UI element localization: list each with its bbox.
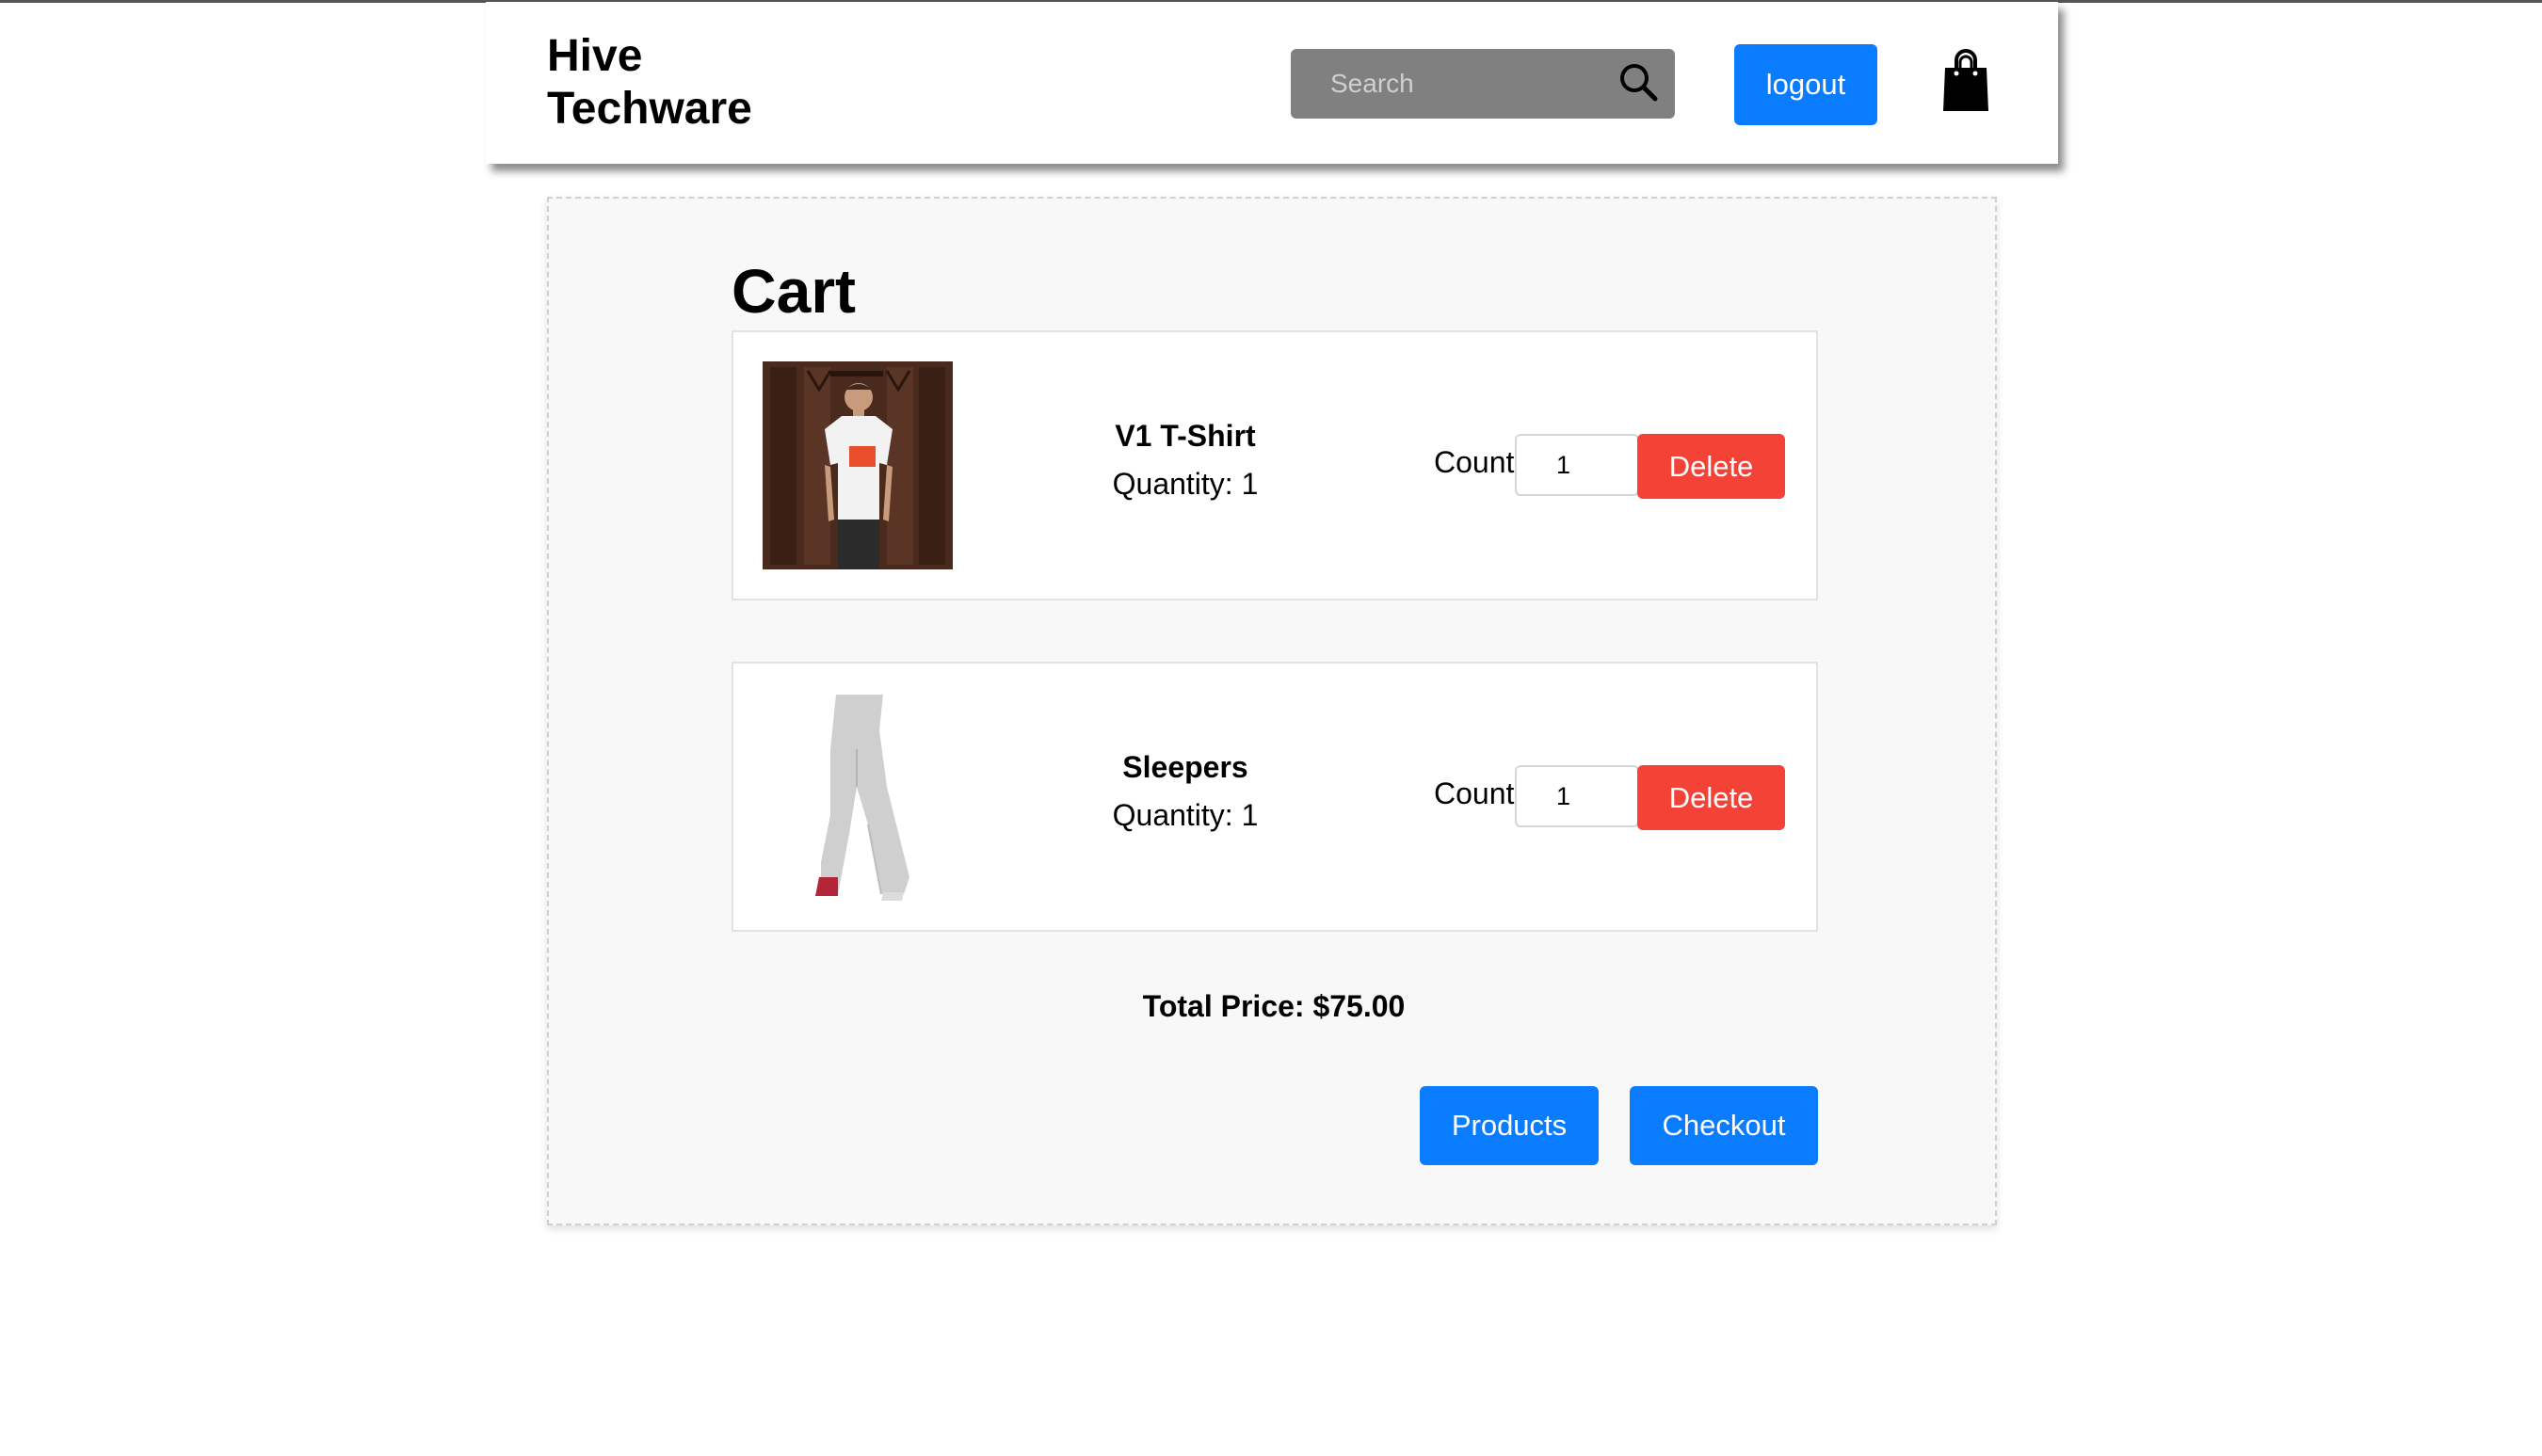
logout-button[interactable]: logout [1734,44,1877,125]
products-button[interactable]: Products [1420,1086,1599,1165]
cart-panel: Cart V1 T-Shirt Quantity: 1 Count Delete [547,197,1997,1225]
brand-logo-text[interactable]: Hive Techware [547,30,792,136]
delete-button[interactable]: Delete [1637,434,1785,499]
count-input[interactable] [1515,434,1639,496]
search-icon[interactable] [1617,60,1660,104]
item-info: V1 T-Shirt Quantity: 1 [1044,412,1327,508]
item-info: Sleepers Quantity: 1 [1044,744,1327,840]
item-quantity: Quantity: 1 [1112,798,1259,832]
cart-item: V1 T-Shirt Quantity: 1 Count Delete [732,330,1818,600]
item-quantity: Quantity: 1 [1112,467,1259,501]
checkout-button[interactable]: Checkout [1630,1086,1818,1165]
search-input[interactable] [1291,49,1611,119]
item-name: V1 T-Shirt [1115,419,1256,453]
product-image-sleepers [763,693,953,901]
delete-button[interactable]: Delete [1637,765,1785,830]
total-price: Total Price: $75.00 [1142,989,1406,1023]
count-label: Count [1434,445,1515,479]
site-header: Hive Techware logout [486,2,2058,164]
product-image-tshirt [763,361,953,569]
shopping-bag-icon[interactable] [1941,49,1990,113]
count-input[interactable] [1515,765,1639,827]
count-label: Count [1434,776,1515,810]
item-name: Sleepers [1122,750,1248,784]
cart-item: Sleepers Quantity: 1 Count Delete [732,662,1818,932]
search-bar [1291,49,1675,119]
page-title: Cart [732,256,857,326]
